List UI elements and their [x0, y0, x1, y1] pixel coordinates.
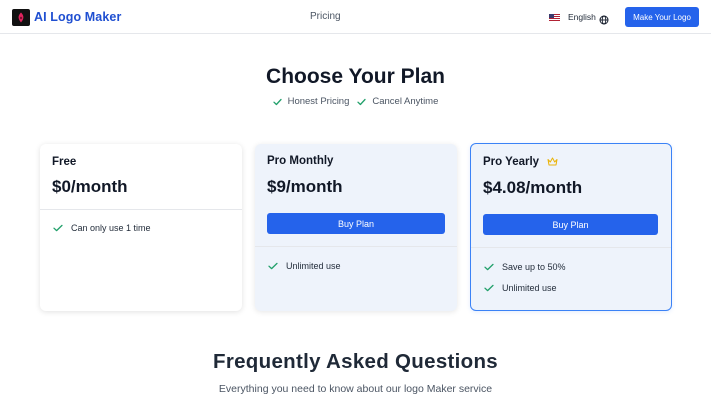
plan-name-row: Pro Yearly	[483, 156, 558, 168]
check-icon	[357, 98, 367, 105]
plan-card-pro-yearly: Pro Yearly $4.08/month Buy Plan Save up …	[470, 143, 672, 311]
feature-label: Save up to 50%	[502, 262, 566, 272]
language-selector[interactable]: English	[549, 11, 596, 23]
plan-name: Pro Monthly	[267, 155, 334, 167]
feature-item: Unlimited use	[268, 261, 341, 271]
check-icon	[484, 263, 494, 271]
plan-price: $9/month	[267, 177, 343, 196]
make-your-logo-button[interactable]: Make Your Logo	[625, 7, 699, 27]
badge-honest-pricing: Honest Pricing	[272, 96, 350, 107]
feature-label: Unlimited use	[286, 261, 341, 271]
plan-name: Pro Yearly	[483, 156, 540, 168]
plan-card-free: Free $0/month Can only use 1 time	[40, 144, 242, 311]
card-divider	[255, 246, 457, 247]
brand-name: AI Logo Maker	[34, 10, 122, 24]
brand-logo-icon	[12, 8, 30, 26]
faq-title: Frequently Asked Questions	[213, 350, 498, 373]
nav-link-pricing[interactable]: Pricing	[310, 11, 341, 22]
feature-label: Can only use 1 time	[71, 223, 151, 233]
faq-subtitle: Everything you need to know about our lo…	[218, 383, 493, 395]
plan-card-pro-monthly: Pro Monthly $9/month Buy Plan Unlimited …	[255, 144, 457, 311]
plan-name: Free	[52, 156, 77, 168]
crown-icon	[547, 157, 558, 166]
check-icon	[484, 284, 494, 292]
us-flag-icon	[549, 13, 560, 21]
brand[interactable]: AI Logo Maker	[12, 8, 121, 26]
card-divider	[471, 247, 671, 248]
plan-price: $4.08/month	[483, 178, 583, 197]
feature-item: Unlimited use	[484, 283, 557, 293]
badge-cancel-anytime: Cancel Anytime	[357, 96, 438, 107]
hero-badges: Honest Pricing Cancel Anytime	[0, 96, 711, 107]
check-icon	[268, 262, 278, 270]
page-title: Choose Your Plan	[266, 65, 445, 88]
top-navbar: AI Logo Maker Pricing English Make Your …	[0, 0, 711, 34]
card-divider	[40, 209, 242, 210]
check-icon	[272, 98, 282, 105]
feature-item: Save up to 50%	[484, 262, 566, 272]
buy-plan-button[interactable]: Buy Plan	[483, 214, 658, 235]
badge-label: Honest Pricing	[287, 96, 350, 107]
buy-plan-button[interactable]: Buy Plan	[267, 213, 445, 234]
badge-label: Cancel Anytime	[372, 96, 439, 107]
feature-label: Unlimited use	[502, 283, 557, 293]
check-icon	[53, 224, 63, 232]
feature-item: Can only use 1 time	[53, 223, 151, 233]
plan-price: $0/month	[52, 177, 128, 196]
language-label: English	[568, 12, 596, 22]
globe-icon[interactable]	[599, 12, 609, 25]
